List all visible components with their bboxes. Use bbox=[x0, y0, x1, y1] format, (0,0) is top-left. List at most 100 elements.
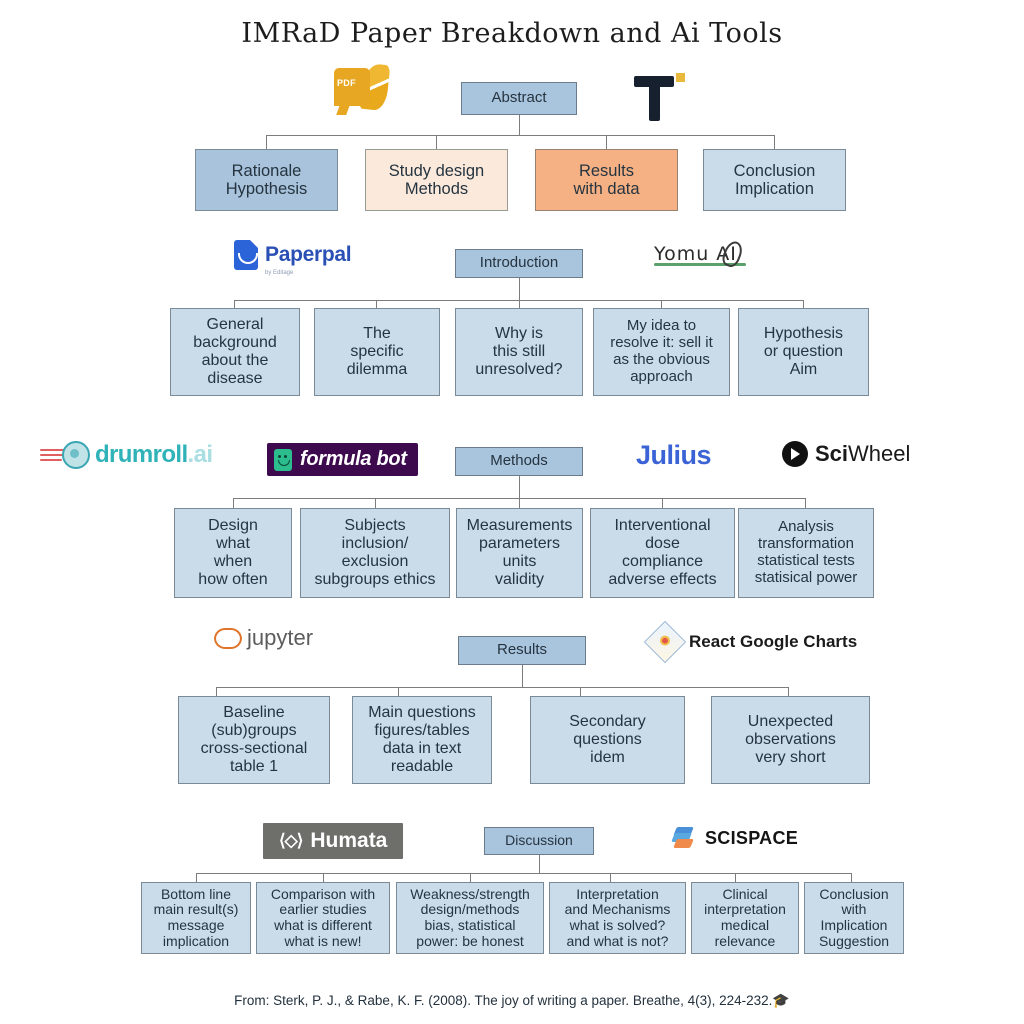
connector-vertical bbox=[519, 476, 520, 498]
node-label: Analysis transformation statistical tests s… bbox=[754, 518, 858, 586]
node-baseline-subgroups[interactable]: Baseline (sub)groups cross-sectional table … bbox=[178, 696, 330, 784]
node-label: Hypothesis or question Aim bbox=[763, 325, 844, 378]
section-header-abstract-label: Abstract bbox=[491, 89, 547, 107]
node-results-with-data[interactable]: Results with data bbox=[535, 149, 678, 211]
typeset-t-logo bbox=[630, 66, 685, 124]
connector-vertical bbox=[539, 855, 540, 873]
section-header-results-label: Results bbox=[496, 641, 548, 659]
node-label: Interventional dose compliance adverse effe… bbox=[608, 517, 717, 588]
node-label: Secondary questions idem bbox=[569, 713, 646, 766]
scispace-layers-icon bbox=[671, 825, 696, 851]
formula-bot-logo-label: formula bot bbox=[300, 448, 407, 470]
google-charts-diamond-icon bbox=[643, 620, 687, 664]
section-header-introduction-label: Introduction bbox=[479, 254, 559, 272]
pdf-logo-label: PDF bbox=[337, 78, 356, 88]
connector-vertical bbox=[519, 115, 520, 135]
node-conclusion-implication-suggestion[interactable]: Conclusion with Implication Suggestion bbox=[804, 882, 904, 954]
scispace-logo-label: SCISPACE bbox=[705, 827, 799, 848]
node-weakness-strength[interactable]: Weakness/strength design/methods bias, sta… bbox=[396, 882, 544, 954]
paperpal-document-icon bbox=[234, 240, 258, 270]
node-subjects-inclusion[interactable]: Subjects inclusion/exclusion subgroups eth… bbox=[300, 508, 450, 598]
t-dot-icon bbox=[676, 73, 685, 82]
sciwheel-logo: SciWheel bbox=[782, 441, 910, 467]
react-google-charts-logo: React Google Charts bbox=[643, 620, 858, 664]
node-bottom-line[interactable]: Bottom line main result(s) message implicat… bbox=[141, 882, 251, 954]
node-clinical-interpretation[interactable]: Clinical interpretation medical relevance bbox=[691, 882, 799, 954]
yomu-ai-logo: Yomu AI bbox=[654, 238, 746, 270]
connector-vertical bbox=[735, 873, 736, 882]
sciwheel-logo-label: SciWheel bbox=[815, 441, 911, 466]
node-conclusion-implication[interactable]: Conclusion Implication bbox=[703, 149, 846, 211]
node-secondary-questions[interactable]: Secondary questions idem bbox=[530, 696, 685, 784]
node-interventional-dose[interactable]: Interventional dose compliance adverse effe… bbox=[590, 508, 735, 598]
node-label: Results with data bbox=[573, 161, 640, 198]
connector-vertical bbox=[375, 498, 376, 508]
connector-vertical bbox=[519, 300, 520, 308]
connector-horizontal bbox=[196, 873, 851, 874]
connector-vertical bbox=[436, 135, 437, 149]
node-unexpected-observations[interactable]: Unexpected observations very short bbox=[711, 696, 870, 784]
scispace-logo: SCISPACE bbox=[671, 825, 799, 851]
section-header-methods[interactable]: Methods bbox=[455, 447, 583, 476]
node-analysis-transformation[interactable]: Analysis transformation statistical tests s… bbox=[738, 508, 874, 598]
node-label: Interpretation and Mechanisms what is solv… bbox=[564, 885, 671, 949]
formula-bot-face-icon bbox=[274, 448, 292, 471]
node-my-idea-resolve[interactable]: My idea to resolve it: sell it as the obvi… bbox=[593, 308, 730, 396]
node-label: Conclusion with Implication Suggestion bbox=[818, 885, 890, 949]
node-label: General background about the disease bbox=[193, 316, 277, 387]
connector-vertical bbox=[196, 873, 197, 882]
section-header-introduction[interactable]: Introduction bbox=[455, 249, 583, 278]
paperpal-logo: Paperpal by Editage bbox=[234, 240, 352, 276]
t-stem-icon bbox=[649, 76, 660, 121]
node-comparison-earlier-studies[interactable]: Comparison with earlier studies what is di… bbox=[256, 882, 390, 954]
node-hypothesis-question-aim[interactable]: Hypothesis or question Aim bbox=[738, 308, 869, 396]
section-header-discussion-label: Discussion bbox=[505, 832, 573, 849]
jupyter-rings-icon bbox=[213, 625, 242, 651]
node-label: Measurements parameters units validity bbox=[466, 517, 573, 588]
section-header-abstract[interactable]: Abstract bbox=[461, 82, 577, 115]
source-citation: From: Sterk, P. J., & Rabe, K. F. (2008)… bbox=[0, 992, 1024, 1009]
node-design-what-when[interactable]: Design what when how often bbox=[174, 508, 292, 598]
node-label: The specific dilemma bbox=[346, 325, 408, 378]
connector-vertical bbox=[580, 687, 581, 696]
connector-vertical bbox=[470, 873, 471, 882]
paperpal-logo-sublabel: by Editage bbox=[265, 270, 294, 276]
node-measurements-parameters[interactable]: Measurements parameters units validity bbox=[456, 508, 583, 598]
pdf-logo: PDF bbox=[330, 62, 392, 124]
connector-vertical bbox=[398, 687, 399, 696]
graduation-cap-icon: 🎓 bbox=[772, 992, 790, 1008]
node-label: Bottom line main result(s) message implicat… bbox=[153, 885, 239, 949]
humata-bracket-icon: ⟨◇⟩ bbox=[279, 831, 303, 850]
connector-vertical bbox=[519, 498, 520, 508]
jupyter-logo: jupyter bbox=[213, 625, 313, 651]
node-label: Rationale Hypothesis bbox=[225, 161, 308, 198]
connector-horizontal bbox=[216, 687, 788, 688]
connector-vertical bbox=[661, 300, 662, 308]
section-header-results[interactable]: Results bbox=[458, 636, 586, 665]
connector-vertical bbox=[266, 135, 267, 149]
connector-vertical bbox=[774, 135, 775, 149]
connector-vertical bbox=[233, 498, 234, 508]
connector-vertical bbox=[851, 873, 852, 882]
humata-logo-label: Humata bbox=[310, 829, 388, 852]
section-header-methods-label: Methods bbox=[490, 452, 548, 470]
node-label: Unexpected observations very short bbox=[745, 713, 836, 766]
node-label: Clinical interpretation medical relevance bbox=[704, 885, 786, 949]
node-label: Weakness/strength design/methods bias, sta… bbox=[410, 885, 530, 949]
node-main-questions[interactable]: Main questions figures/tables data in text… bbox=[352, 696, 492, 784]
node-rationale-hypothesis[interactable]: Rationale Hypothesis bbox=[195, 149, 338, 211]
section-header-discussion[interactable]: Discussion bbox=[484, 827, 594, 855]
node-study-design-methods[interactable]: Study design Methods bbox=[365, 149, 508, 211]
node-interpretation-mechanisms[interactable]: Interpretation and Mechanisms what is solv… bbox=[549, 882, 686, 954]
julius-logo-label: Julius bbox=[636, 440, 712, 470]
sciwheel-play-icon bbox=[782, 441, 808, 467]
node-general-background[interactable]: General background about the disease bbox=[170, 308, 300, 396]
drumroll-logo-label: drumroll.ai bbox=[95, 441, 213, 468]
node-specific-dilemma[interactable]: The specific dilemma bbox=[314, 308, 440, 396]
node-why-unresolved[interactable]: Why is this still unresolved? bbox=[455, 308, 583, 396]
node-label: Main questions figures/tables data in text… bbox=[368, 704, 476, 775]
node-label: Conclusion Implication bbox=[733, 161, 816, 198]
connector-vertical bbox=[606, 135, 607, 149]
react-google-charts-logo-label: React Google Charts bbox=[689, 632, 858, 651]
connector-vertical bbox=[803, 300, 804, 308]
